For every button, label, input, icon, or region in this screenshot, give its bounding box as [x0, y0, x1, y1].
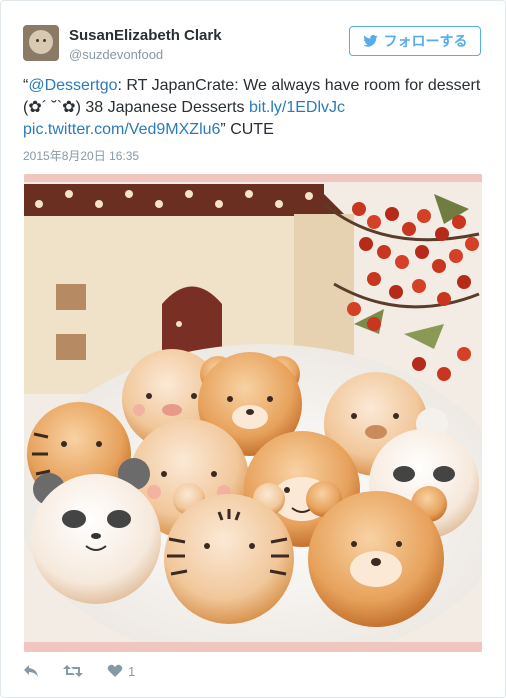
short-link[interactable]: bit.ly/1EDlvJc [249, 99, 345, 116]
pic-link[interactable]: pic.twitter.com/Ved9MXZlu6 [23, 121, 220, 138]
follow-button-label: フォローする [383, 33, 468, 49]
follow-button[interactable]: フォローする [349, 26, 481, 56]
reply-icon [24, 665, 38, 677]
user-name[interactable]: SusanElizabeth Clark [69, 27, 222, 44]
tweet-actions: 1 [23, 661, 159, 681]
user-handle[interactable]: @suzdevonfood [69, 47, 163, 62]
like-button[interactable]: 1 [107, 664, 135, 679]
bun-bear-front [306, 481, 447, 627]
tweet-text: “@Dessertgo: RT JapanCrate: We always ha… [23, 75, 485, 141]
bun-tiger-front [164, 483, 294, 624]
avatar-eye-right [43, 39, 46, 42]
tweet-card: SusanElizabeth Clark @suzdevonfood フォローす… [0, 0, 506, 698]
tweet-photo[interactable] [24, 174, 482, 652]
twitter-bird-icon [362, 35, 378, 47]
bun-panda-front [31, 458, 161, 604]
like-count: 1 [128, 663, 136, 679]
reply-button[interactable] [23, 664, 39, 678]
retweet-button[interactable] [63, 664, 83, 678]
tweet-tail: ” CUTE [220, 121, 274, 138]
retweet-icon [63, 665, 83, 677]
avatar-face [29, 30, 53, 54]
timestamp[interactable]: 2015年8月20日 16:35 [23, 147, 139, 164]
heart-icon [107, 664, 123, 677]
mention-link[interactable]: @Dessertgo [28, 77, 117, 94]
avatar-eye-left [36, 39, 39, 42]
avatar[interactable] [23, 25, 59, 61]
photo-illustration [24, 174, 482, 652]
